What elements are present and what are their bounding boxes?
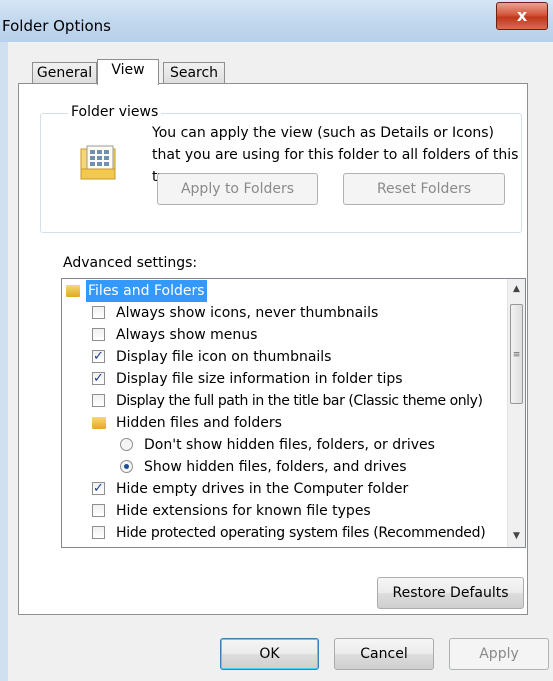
tab-view-label: View	[111, 62, 145, 78]
advanced-settings-label: Advanced settings:	[63, 255, 198, 271]
list-item-label: Hide protected operating system files (R…	[116, 525, 486, 541]
list-item-label: Hidden files and folders	[116, 415, 282, 431]
dont-show-hidden-radio[interactable]	[120, 438, 133, 451]
list-item-label: Hide extensions for known file types	[116, 503, 371, 519]
hide-extensions-checkbox[interactable]	[92, 504, 105, 517]
display-file-size-checkbox[interactable]	[92, 368, 105, 390]
ok-button[interactable]: OK	[220, 638, 319, 670]
scroll-up-icon[interactable]: ▲	[508, 281, 525, 298]
scroll-down-icon[interactable]: ▼	[508, 528, 525, 545]
folder-view-icon	[80, 145, 116, 180]
reset-folders-button[interactable]: Reset Folders	[343, 173, 505, 205]
display-file-icon-checkbox[interactable]	[92, 346, 105, 368]
list-item-label: Display the full path in the title bar (…	[116, 393, 483, 409]
folder-icon	[66, 285, 80, 297]
apply-button[interactable]: Apply	[449, 638, 549, 670]
hide-empty-drives-checkbox[interactable]	[92, 478, 105, 500]
advanced-settings-list[interactable]: Files and Folders Always show icons, nev…	[61, 278, 526, 548]
display-full-path-checkbox[interactable]	[92, 394, 105, 407]
show-hidden-radio[interactable]	[120, 460, 133, 473]
hide-protected-files-checkbox[interactable]	[92, 526, 105, 539]
always-show-menus-checkbox[interactable]	[92, 328, 105, 341]
apply-to-folders-button[interactable]: Apply to Folders	[157, 173, 318, 205]
tab-search[interactable]: Search	[163, 62, 225, 84]
list-item-label: Don't show hidden files, folders, or dri…	[144, 437, 435, 453]
list-item-label: Display file icon on thumbnails	[116, 349, 332, 365]
list-item-label: Show hidden files, folders, and drives	[144, 459, 407, 475]
folder-views-label: Folder views	[68, 104, 162, 120]
list-item-label: Hide empty drives in the Computer folder	[116, 481, 409, 497]
list-item-label: Display file size information in folder …	[116, 371, 403, 387]
cancel-button[interactable]: Cancel	[334, 638, 434, 670]
list-item-label: Always show menus	[116, 327, 258, 343]
tab-search-label: Search	[169, 65, 219, 81]
tab-view[interactable]: View	[97, 59, 159, 85]
always-show-icons-checkbox[interactable]	[92, 306, 105, 319]
list-item-label: Files and Folders	[86, 280, 207, 302]
scroll-grip-icon: ≡	[512, 350, 521, 360]
close-button[interactable]: x	[496, 2, 548, 30]
list-item-label: Always show icons, never thumbnails	[116, 305, 379, 321]
folder-icon	[92, 417, 106, 429]
tab-general[interactable]: General	[32, 62, 97, 84]
vertical-scrollbar[interactable]: ▲ ≡ ▼	[507, 279, 525, 547]
restore-defaults-button[interactable]: Restore Defaults	[377, 577, 524, 609]
window-title: Folder Options	[2, 17, 111, 35]
tab-general-label: General	[36, 65, 93, 81]
folder-options-window: Folder Options x General View Search Fol…	[0, 0, 553, 681]
scroll-thumb[interactable]: ≡	[510, 304, 523, 404]
title-bar[interactable]: Folder Options x	[0, 0, 553, 42]
